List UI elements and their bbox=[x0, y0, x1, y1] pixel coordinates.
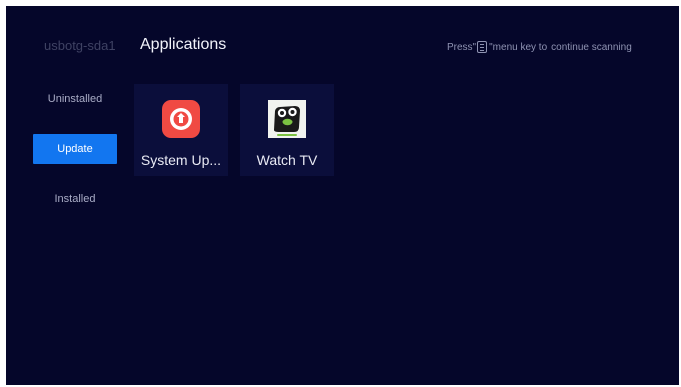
app-label: System Up... bbox=[140, 152, 222, 168]
watch-tv-icon bbox=[268, 100, 306, 138]
device-name: usbotg-sda1 bbox=[44, 38, 116, 53]
hint-suffix: "menu key to bbox=[489, 41, 548, 53]
app-tile-watch-tv[interactable]: Watch TV bbox=[240, 84, 334, 176]
sidebar-item-installed[interactable]: Installed bbox=[33, 184, 117, 214]
system-update-icon bbox=[162, 100, 200, 138]
page-title: Applications bbox=[140, 36, 227, 53]
scan-hint: Press" "menu key to continue scanning bbox=[447, 41, 632, 53]
sidebar-item-uninstalled[interactable]: Uninstalled bbox=[33, 84, 117, 114]
menu-key-icon bbox=[477, 41, 488, 53]
app-label: Watch TV bbox=[256, 152, 318, 168]
app-tile-system-update[interactable]: System Up... bbox=[134, 84, 228, 176]
hint-tail: continue scanning bbox=[551, 41, 632, 53]
tv-screen: usbotg-sda1 Applications Press" "menu ke… bbox=[6, 6, 679, 385]
hint-prefix: Press" bbox=[447, 41, 477, 53]
sidebar-item-update[interactable]: Update bbox=[33, 134, 117, 164]
